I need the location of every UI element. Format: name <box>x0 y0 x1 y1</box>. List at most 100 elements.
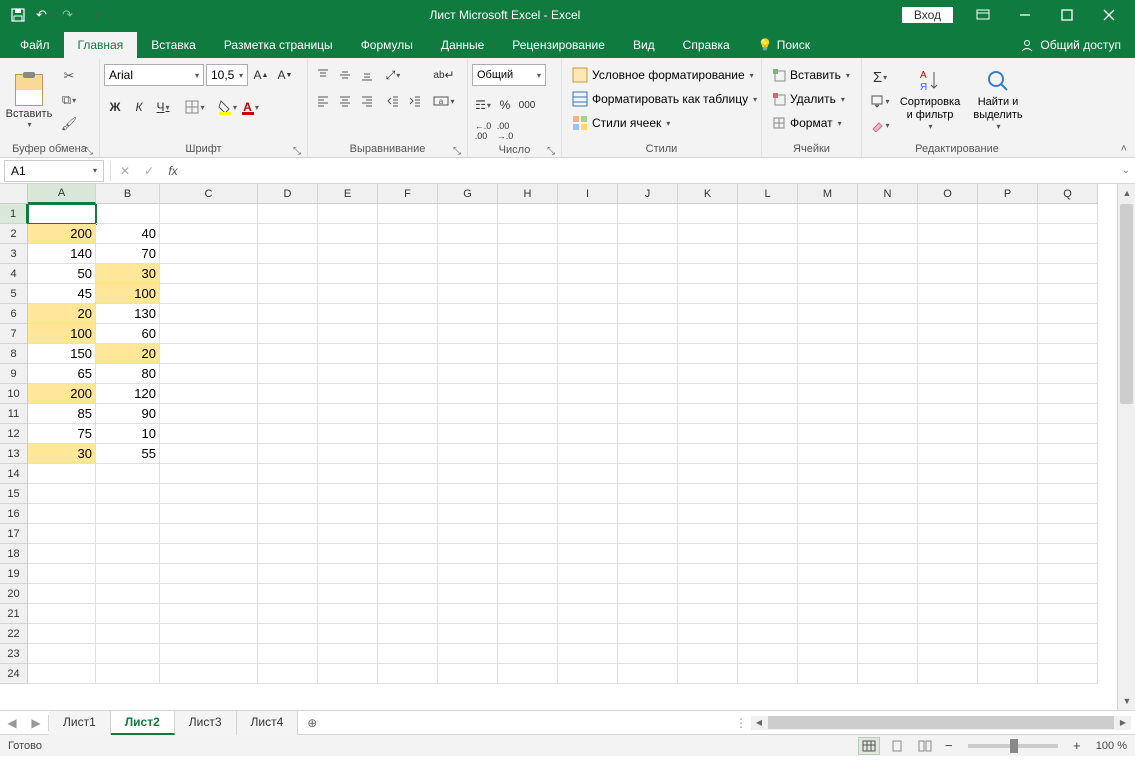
cell[interactable]: 55 <box>96 444 160 464</box>
cell[interactable] <box>678 664 738 684</box>
dialog-launcher-icon[interactable]: ⤡ <box>293 146 301 157</box>
cell[interactable] <box>160 384 258 404</box>
tab-review[interactable]: Рецензирование <box>498 32 619 58</box>
row-header[interactable]: 14 <box>0 464 28 484</box>
cell[interactable] <box>160 284 258 304</box>
cell[interactable] <box>858 204 918 224</box>
row-header[interactable]: 7 <box>0 324 28 344</box>
cell[interactable] <box>618 624 678 644</box>
cell[interactable] <box>160 504 258 524</box>
cell[interactable] <box>160 604 258 624</box>
cell[interactable] <box>678 644 738 664</box>
cell[interactable] <box>618 584 678 604</box>
cell[interactable] <box>378 444 438 464</box>
cell[interactable] <box>498 404 558 424</box>
cell[interactable] <box>378 624 438 644</box>
cell[interactable] <box>498 324 558 344</box>
cell[interactable] <box>978 644 1038 664</box>
cell[interactable] <box>160 244 258 264</box>
cell[interactable] <box>978 564 1038 584</box>
row-header[interactable]: 11 <box>0 404 28 424</box>
cell[interactable] <box>678 404 738 424</box>
cell[interactable] <box>258 244 318 264</box>
cell[interactable]: 30 <box>28 444 96 464</box>
cell[interactable] <box>738 464 798 484</box>
row-header[interactable]: 1 <box>0 204 28 224</box>
cell[interactable] <box>738 264 798 284</box>
cell[interactable]: 20 <box>28 304 96 324</box>
cell[interactable] <box>918 284 978 304</box>
cell[interactable] <box>160 644 258 664</box>
cell[interactable] <box>978 364 1038 384</box>
cell[interactable] <box>96 624 160 644</box>
cell[interactable] <box>498 424 558 444</box>
cell[interactable] <box>678 524 738 544</box>
cell[interactable] <box>318 564 378 584</box>
cell[interactable] <box>678 564 738 584</box>
dialog-launcher-icon[interactable]: ⤡ <box>453 146 461 157</box>
cell[interactable] <box>618 244 678 264</box>
cell[interactable] <box>558 484 618 504</box>
row-header[interactable]: 19 <box>0 564 28 584</box>
cell[interactable] <box>978 224 1038 244</box>
cell[interactable] <box>558 284 618 304</box>
cell[interactable] <box>318 384 378 404</box>
cell[interactable] <box>438 644 498 664</box>
cell[interactable] <box>378 664 438 684</box>
cell[interactable] <box>918 584 978 604</box>
collapse-ribbon-icon[interactable]: ˄ <box>1121 143 1127 155</box>
cell[interactable] <box>258 304 318 324</box>
row-header[interactable]: 3 <box>0 244 28 264</box>
cell[interactable] <box>318 584 378 604</box>
cell[interactable] <box>918 524 978 544</box>
cell[interactable] <box>678 384 738 404</box>
cell[interactable] <box>978 544 1038 564</box>
add-sheet-button[interactable]: ⊕ <box>298 716 326 730</box>
cell[interactable]: 30 <box>96 264 160 284</box>
cell[interactable] <box>618 224 678 244</box>
view-page-break-icon[interactable] <box>914 737 936 755</box>
cell[interactable] <box>738 504 798 524</box>
delete-cells-button[interactable]: Удалить▾ <box>766 88 856 110</box>
cell[interactable] <box>318 604 378 624</box>
cell[interactable] <box>160 224 258 244</box>
cell[interactable] <box>738 404 798 424</box>
formula-input[interactable] <box>185 160 1117 182</box>
cell[interactable] <box>258 564 318 584</box>
cell[interactable] <box>1038 664 1098 684</box>
cell[interactable] <box>378 304 438 324</box>
cell[interactable] <box>96 584 160 604</box>
cell[interactable] <box>438 424 498 444</box>
cell[interactable] <box>618 384 678 404</box>
bold-button[interactable]: Ж <box>104 96 126 118</box>
cell[interactable] <box>858 424 918 444</box>
cell[interactable] <box>678 504 738 524</box>
row-header[interactable]: 8 <box>0 344 28 364</box>
format-painter-icon[interactable]: 🖌 <box>58 114 80 134</box>
share-button[interactable]: Общий доступ <box>1006 32 1135 58</box>
cell[interactable] <box>258 644 318 664</box>
cell[interactable] <box>160 404 258 424</box>
cell[interactable] <box>438 544 498 564</box>
find-select-button[interactable]: Найти и выделить▾ <box>966 64 1030 136</box>
cell[interactable] <box>918 444 978 464</box>
cell[interactable] <box>978 484 1038 504</box>
cell[interactable] <box>558 624 618 644</box>
cell[interactable] <box>258 384 318 404</box>
cell[interactable] <box>798 424 858 444</box>
cell[interactable] <box>438 464 498 484</box>
cell[interactable] <box>618 284 678 304</box>
vertical-scrollbar[interactable]: ▲ ▼ <box>1117 184 1135 710</box>
cell[interactable] <box>678 364 738 384</box>
minimize-button[interactable] <box>1005 1 1045 29</box>
cell[interactable] <box>1038 484 1098 504</box>
cell[interactable] <box>798 244 858 264</box>
qat-customize-icon[interactable]: ▾ <box>84 3 108 27</box>
cell[interactable] <box>258 404 318 424</box>
cell[interactable] <box>160 444 258 464</box>
cell[interactable] <box>858 664 918 684</box>
cell[interactable] <box>258 544 318 564</box>
cell[interactable] <box>1038 404 1098 424</box>
cell[interactable] <box>738 624 798 644</box>
increase-decimal-icon[interactable]: ←.0.00 <box>472 120 494 142</box>
